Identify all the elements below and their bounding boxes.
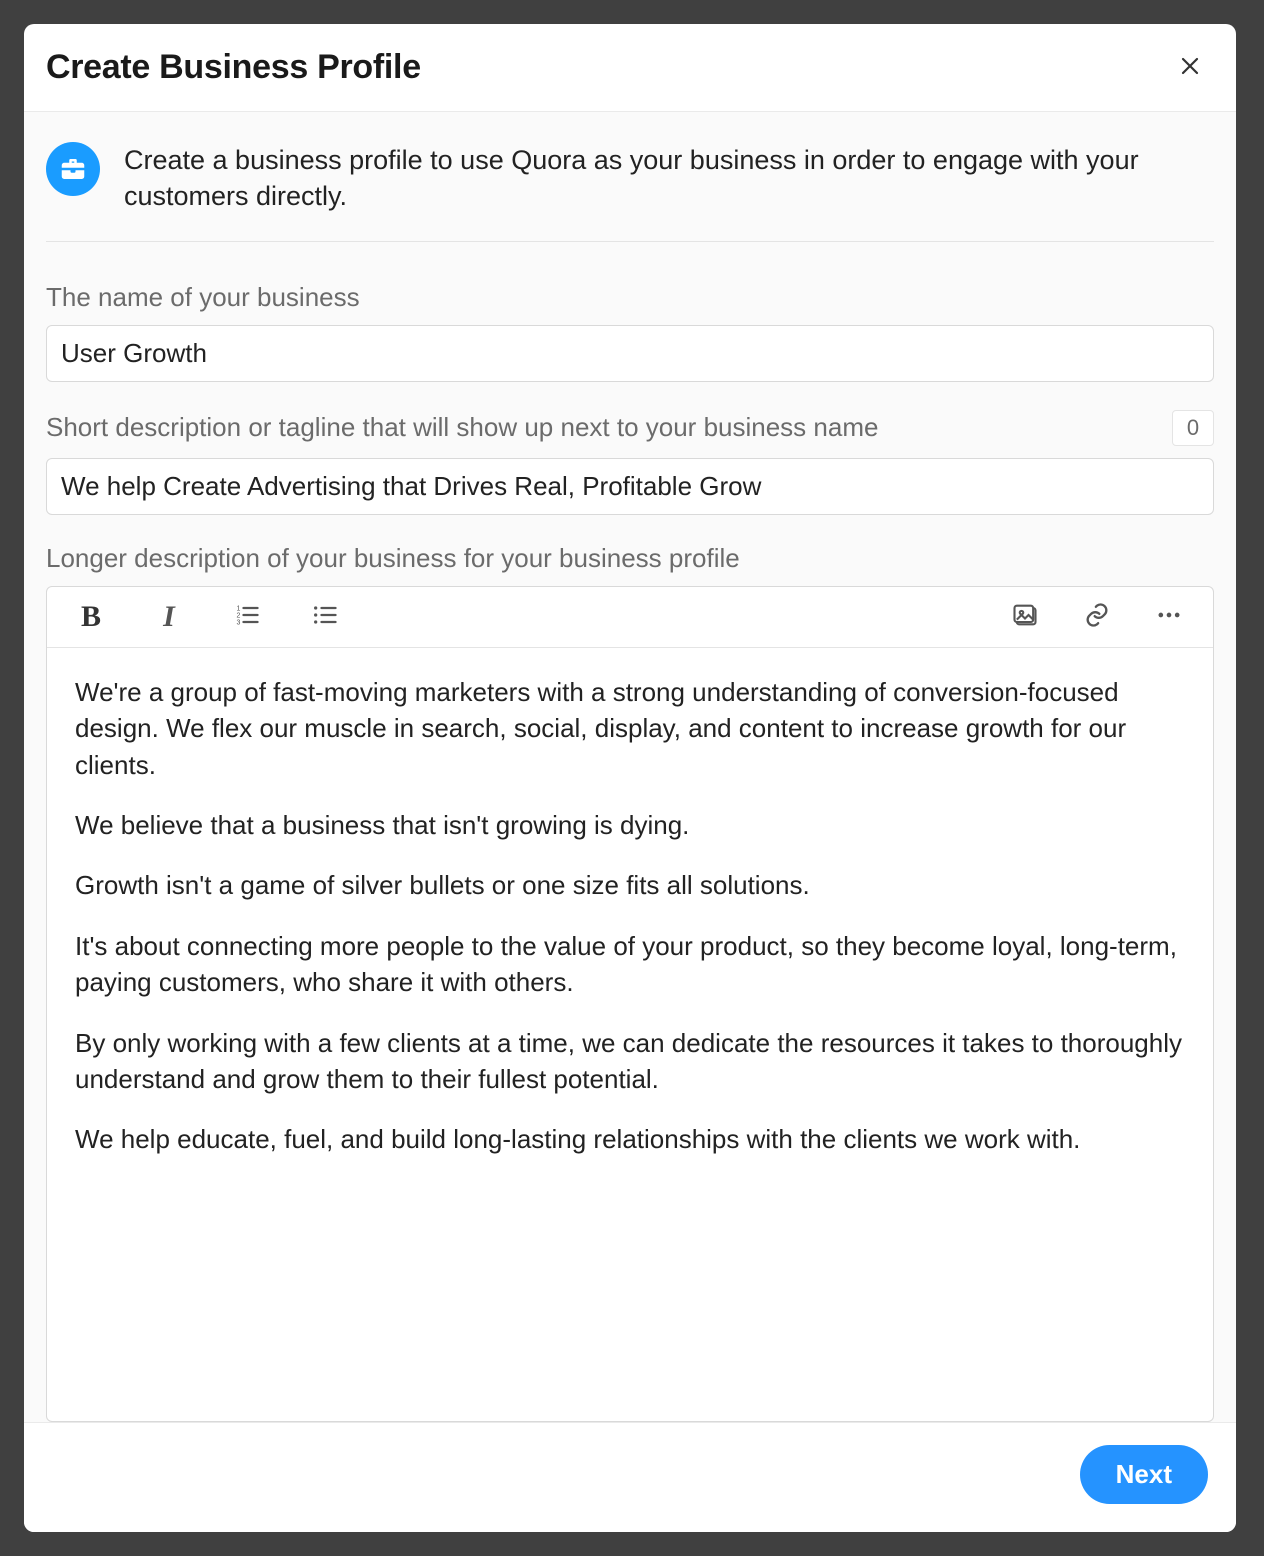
description-field: Longer description of your business for … xyxy=(46,543,1214,1422)
close-icon xyxy=(1178,54,1202,81)
modal-footer: Next xyxy=(24,1422,1236,1532)
link-button[interactable] xyxy=(1081,601,1113,633)
ordered-list-button[interactable]: 1 2 3 xyxy=(231,601,263,633)
bold-icon: B xyxy=(81,600,101,634)
image-button[interactable] xyxy=(1009,601,1041,633)
business-name-field: The name of your business xyxy=(46,282,1214,382)
svg-text:1: 1 xyxy=(237,606,241,613)
business-name-label: The name of your business xyxy=(46,282,360,313)
intro-section: Create a business profile to use Quora a… xyxy=(46,142,1214,242)
description-paragraph: It's about connecting more people to the… xyxy=(75,928,1185,1001)
close-button[interactable] xyxy=(1174,50,1206,85)
intro-text: Create a business profile to use Quora a… xyxy=(124,142,1214,215)
tagline-field: Short description or tagline that will s… xyxy=(46,410,1214,515)
description-paragraph: Growth isn't a game of silver bullets or… xyxy=(75,867,1185,903)
editor-toolbar: B I 1 2 3 xyxy=(47,587,1213,648)
modal-body: Create a business profile to use Quora a… xyxy=(24,112,1236,1422)
italic-button[interactable]: I xyxy=(153,601,185,633)
description-textarea[interactable]: We're a group of fast-moving marketers w… xyxy=(47,648,1213,1421)
tagline-label: Short description or tagline that will s… xyxy=(46,412,878,443)
create-business-profile-modal: Create Business Profile Create a busines… xyxy=(24,24,1236,1532)
link-icon xyxy=(1083,601,1111,632)
briefcase-icon xyxy=(46,142,100,196)
modal-header: Create Business Profile xyxy=(24,24,1236,112)
next-button[interactable]: Next xyxy=(1080,1445,1208,1504)
more-button[interactable] xyxy=(1153,601,1185,633)
description-paragraph: By only working with a few clients at a … xyxy=(75,1025,1185,1098)
tagline-char-count: 0 xyxy=(1172,410,1214,446)
svg-text:3: 3 xyxy=(237,620,241,627)
description-paragraph: We believe that a business that isn't gr… xyxy=(75,807,1185,843)
modal-title: Create Business Profile xyxy=(46,48,421,87)
more-icon xyxy=(1155,601,1183,632)
ordered-list-icon: 1 2 3 xyxy=(233,601,261,632)
description-paragraph: We're a group of fast-moving marketers w… xyxy=(75,674,1185,783)
rich-text-editor: B I 1 2 3 xyxy=(46,586,1214,1422)
tagline-input[interactable] xyxy=(46,458,1214,515)
italic-icon: I xyxy=(163,600,175,634)
business-name-input[interactable] xyxy=(46,325,1214,382)
bold-button[interactable]: B xyxy=(75,601,107,633)
image-icon xyxy=(1011,601,1039,632)
svg-text:2: 2 xyxy=(237,613,241,620)
description-label: Longer description of your business for … xyxy=(46,543,740,574)
unordered-list-icon xyxy=(311,601,339,632)
unordered-list-button[interactable] xyxy=(309,601,341,633)
description-paragraph: We help educate, fuel, and build long-la… xyxy=(75,1121,1185,1157)
